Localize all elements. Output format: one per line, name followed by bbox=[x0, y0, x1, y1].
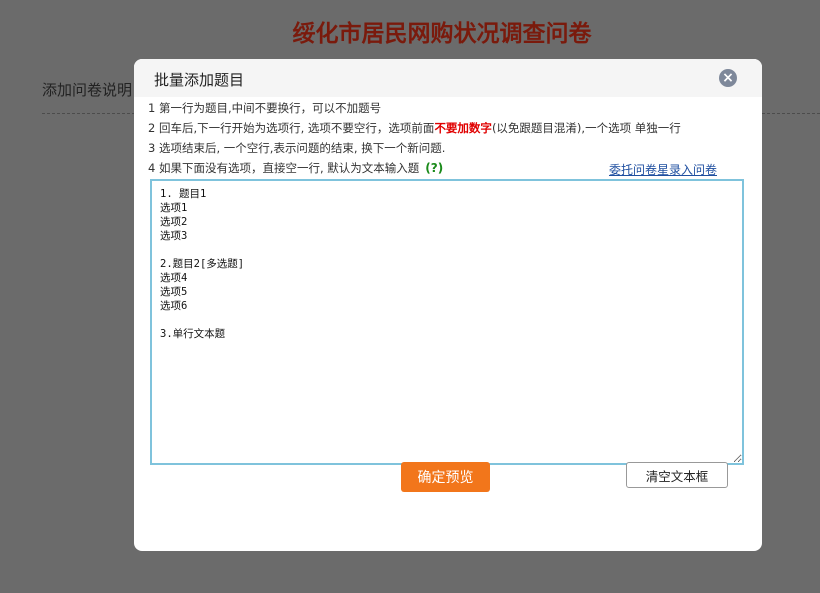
instruction-line-2-highlight: 不要加数字 bbox=[434, 121, 492, 135]
confirm-preview-button[interactable]: 确定预览 bbox=[401, 462, 490, 492]
instruction-line-4: 4 如果下面没有选项，直接空一行, 默认为文本输入题 (?) bbox=[148, 160, 443, 176]
dialog-header: 批量添加题目 × bbox=[134, 59, 762, 97]
instruction-line-2-prefix: 2 回车后,下一行开始为选项行, 选项不要空行，选项前面 bbox=[148, 121, 435, 135]
instruction-line-3: 3 选项结束后, 一个空行,表示问题的结束, 换下一个新问题. bbox=[148, 141, 446, 155]
delegate-entry-link[interactable]: 委托问卷星录入问卷 bbox=[609, 161, 717, 178]
close-icon[interactable]: × bbox=[719, 69, 737, 87]
batch-add-dialog: 批量添加题目 × 1 第一行为题目,中间不要换行，可以不加题号 2 回车后,下一… bbox=[134, 59, 762, 551]
dialog-title: 批量添加题目 bbox=[154, 71, 245, 89]
instruction-line-1: 1 第一行为题目,中间不要换行，可以不加题号 bbox=[148, 101, 382, 115]
instruction-line-2-suffix: (以免跟题目混淆),一个选项 单独一行 bbox=[491, 121, 681, 135]
clear-textarea-button[interactable]: 清空文本框 bbox=[626, 462, 728, 488]
page-title: 绥化市居民网购状况调查问卷 bbox=[292, 21, 592, 47]
questionnaire-description-label[interactable]: 添加问卷说明 bbox=[42, 79, 132, 100]
help-icon[interactable]: (?) bbox=[425, 161, 443, 175]
instruction-line-4-text: 4 如果下面没有选项，直接空一行, 默认为文本输入题 bbox=[148, 161, 420, 175]
questions-textarea[interactable]: 1. 题目1 选项1 选项2 选项3 2.题目2[多选题] 选项4 选项5 选项… bbox=[150, 179, 744, 465]
instruction-line-2: 2 回车后,下一行开始为选项行, 选项不要空行，选项前面不要加数字(以免跟题目混… bbox=[148, 120, 681, 136]
